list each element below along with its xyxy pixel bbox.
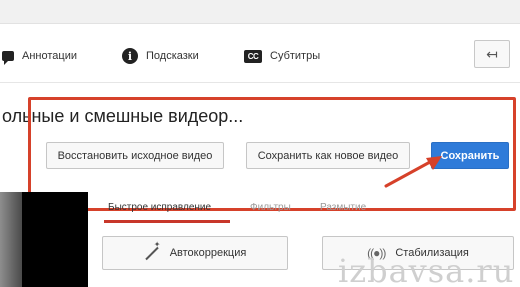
pointer-arrow-icon [384,156,442,188]
top-strip [0,0,520,24]
annotations-tool[interactable]: Аннотации [2,40,77,72]
tips-tool[interactable]: i Подсказки [122,40,199,72]
video-thumbnail [0,192,88,287]
thumbnail-highlight [0,192,22,287]
subtitles-tool[interactable]: CC Субтитры [244,40,320,72]
divider [0,82,520,83]
watermark: izbavsa.ru [338,252,515,287]
tab-filters[interactable]: Фильтры [250,202,291,213]
back-arrow-icon: ↤ [486,45,498,62]
annotations-label: Аннотации [22,50,77,62]
tips-label: Подсказки [146,50,199,62]
tab-quick-fix[interactable]: Быстрое исправление [108,202,211,213]
cc-icon: CC [244,49,262,63]
restore-original-button[interactable]: Восстановить исходное видео [46,142,224,169]
tab-blur[interactable]: Размытие [320,202,366,213]
back-button[interactable]: ↤ [474,40,510,68]
magic-wand-icon [144,240,161,261]
editor-toolbar: Аннотации i Подсказки CC Субтитры [0,40,520,72]
autocorrect-button[interactable]: Автокоррекция [102,236,288,270]
speech-bubble-icon [2,51,14,65]
info-icon: i [122,48,138,64]
subtitles-label: Субтитры [270,50,321,62]
active-tab-indicator [104,220,230,223]
autocorrect-label: Автокоррекция [169,247,247,259]
video-title: ольные и смешные видеор... [2,106,244,126]
